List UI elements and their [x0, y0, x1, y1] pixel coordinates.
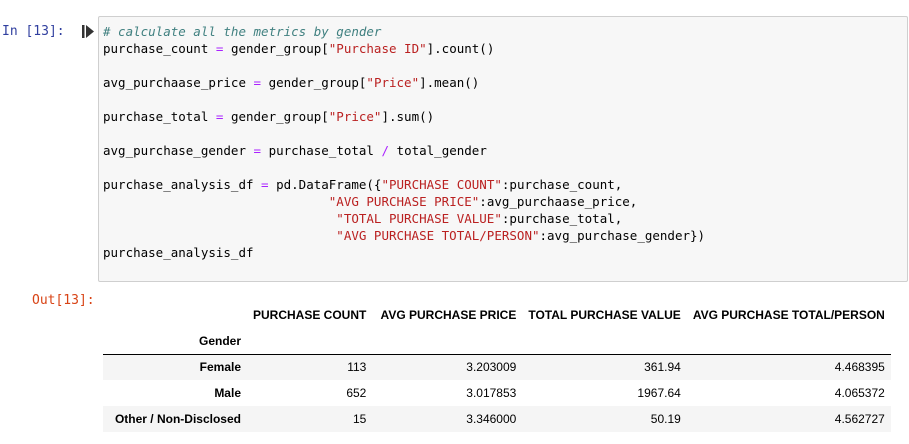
table-row: Other / Non-Disclosed 15 3.346000 50.19 …	[103, 406, 891, 432]
code-token: gender_group[	[261, 75, 367, 90]
code-token: gender_group[	[223, 109, 329, 124]
table-cell: 3.203009	[466, 360, 517, 375]
code-token: purchase_analysis_df	[103, 245, 254, 260]
code-string: "TOTAL PURCHASE VALUE"	[336, 211, 502, 226]
code-string: "AVG PURCHASE PRICE"	[328, 194, 480, 209]
code-token: :purchase_count,	[501, 177, 623, 192]
column-header-total-purchase-value: TOTAL PURCHASE VALUE	[528, 308, 681, 322]
empty-header-cell	[522, 328, 686, 354]
table-cell: 361.94	[644, 360, 681, 375]
code-line-12: "TOTAL PURCHASE VALUE":purchase_total,	[103, 210, 705, 227]
table-cell: 3.017853	[466, 386, 517, 400]
table-corner-cell	[103, 302, 247, 328]
code-string: "Price"	[328, 109, 382, 124]
dataframe-output-table: PURCHASE COUNT AVG PURCHASE PRICE TOTAL …	[103, 302, 891, 432]
table-cell: 4.065372	[834, 386, 885, 400]
table-cell: 113	[347, 360, 367, 375]
output-prompt: Out[13]:	[32, 293, 95, 308]
code-line-2: purchase_count = gender_group["Purchase …	[103, 40, 705, 57]
code-token: total_gender	[389, 143, 487, 158]
code-operator: /	[381, 143, 390, 158]
code-token: :purchase_total,	[501, 211, 623, 226]
code-operator: =	[253, 75, 262, 90]
code-line-13: "AVG PURCHASE TOTAL/PERSON":avg_purchase…	[103, 227, 705, 244]
table-row: Male 652 3.017853 1967.64 4.065372	[103, 380, 891, 406]
code-string: "Price"	[366, 75, 420, 90]
code-operator: =	[261, 177, 269, 192]
code-token: ].sum()	[381, 109, 435, 124]
table-cell: 3.346000	[466, 412, 517, 426]
column-header-avg-purchase-price: AVG PURCHASE PRICE	[380, 308, 517, 322]
code-token: pd.DataFrame({	[268, 177, 382, 192]
table-cell: 4.468395	[834, 360, 885, 375]
code-line-6: purchase_total = gender_group["Price"].s…	[103, 108, 705, 125]
code-token: ].mean()	[419, 75, 480, 90]
code-token: purchase_total	[261, 143, 382, 158]
code-line-8: avg_purchase_gender = purchase_total / t…	[103, 142, 705, 159]
code-string: "AVG PURCHASE TOTAL/PERSON"	[336, 228, 540, 243]
code-line-4: avg_purchaase_price = gender_group["Pric…	[103, 74, 705, 91]
code-token: :avg_purchase_gender})	[539, 228, 706, 243]
code-string: "Purchase ID"	[328, 41, 427, 56]
code-token: purchase_total	[103, 109, 209, 124]
code-token: purchase_count	[103, 41, 209, 56]
code-token: purchase_analysis_df	[103, 177, 254, 192]
row-index-label: Male	[214, 386, 241, 400]
code-cell-input[interactable]: # calculate all the metrics by gender pur…	[98, 16, 908, 282]
code-line-10: purchase_analysis_df = pd.DataFrame({"PU…	[103, 176, 705, 193]
column-header-purchase-count: PURCHASE COUNT	[253, 308, 367, 322]
index-name-gender: Gender	[198, 333, 241, 348]
table-row: Female 113 3.203009 361.94 4.468395	[103, 354, 891, 380]
code-token: gender_group[	[223, 41, 329, 56]
column-header-avg-purchase-total-per-person: AVG PURCHASE TOTAL/PERSON	[692, 308, 885, 322]
row-index-label: Female	[199, 360, 241, 375]
table-cell: 50.19	[650, 412, 681, 426]
code-token: :avg_purchaase_price,	[479, 194, 638, 209]
code-line-11: "AVG PURCHASE PRICE":avg_purchaase_price…	[103, 193, 705, 210]
empty-header-cell	[372, 328, 522, 354]
code-operator: =	[253, 143, 262, 158]
code-string: "PURCHASE COUNT"	[381, 177, 502, 192]
code-line-14: purchase_analysis_df	[103, 244, 705, 261]
row-index-label: Other / Non-Disclosed	[114, 412, 241, 426]
table-header-row: PURCHASE COUNT AVG PURCHASE PRICE TOTAL …	[103, 302, 891, 328]
run-cell-icon[interactable]	[82, 25, 94, 38]
table-cell: 4.562727	[834, 412, 885, 426]
code-token: avg_purchaase_price	[103, 75, 246, 90]
table-index-name-row: Gender	[103, 328, 891, 354]
table-cell: 1967.64	[637, 386, 681, 400]
code-line-1: # calculate all the metrics by gender	[103, 23, 705, 40]
table-cell: 652	[346, 386, 367, 400]
table-cell: 15	[352, 412, 367, 426]
empty-header-cell	[247, 328, 372, 354]
empty-header-cell	[687, 328, 891, 354]
code-comment: # calculate all the metrics by gender	[103, 24, 382, 39]
code-editor[interactable]: # calculate all the metrics by gender pur…	[103, 23, 705, 261]
input-prompt: In [13]:	[2, 24, 65, 39]
code-token: ].count()	[426, 41, 495, 56]
code-token: avg_purchase_gender	[103, 143, 246, 158]
